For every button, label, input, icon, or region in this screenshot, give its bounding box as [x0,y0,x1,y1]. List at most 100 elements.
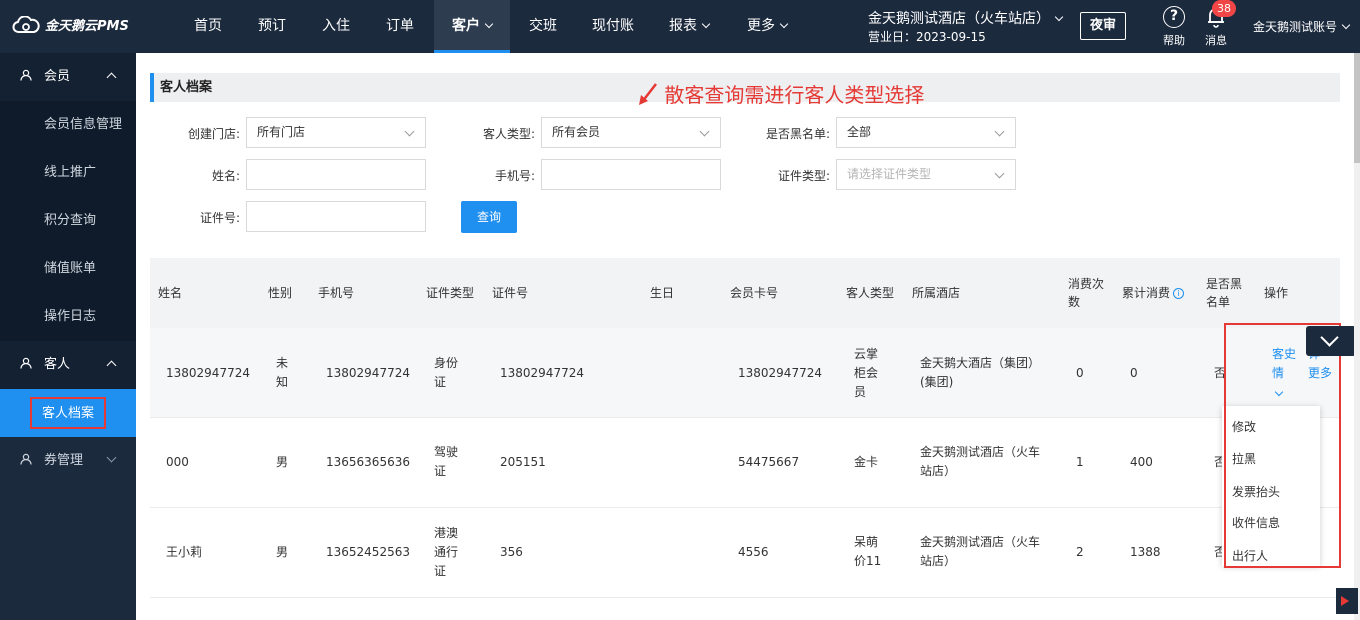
cell-hotel-line: 金天鹅大酒店（集团） [920,356,1041,370]
cell-id-type-line: 证 [434,564,447,578]
col-total-label: 累计消费 [1122,286,1171,300]
chevron-up-icon [106,360,117,371]
col-card-no: 会员卡号 [730,286,779,300]
nav-orders[interactable]: 订单 [372,0,428,53]
chevron-down-icon [106,452,117,463]
id-no-label: 证件号: [199,211,240,225]
cell-visits: 0 [1076,366,1084,380]
nav-home-label: 首页 [194,18,222,34]
cell-id-no: 13802947724 [500,366,584,380]
chevron-down-icon [994,126,1005,137]
store-select[interactable]: 所有门店 [246,117,426,148]
nav-booking-label: 预订 [258,18,286,34]
id-type-select[interactable]: 请选择证件类型 [836,159,1016,190]
sidebar-group-coupons[interactable]: 券管理 [0,437,136,485]
nav-booking[interactable]: 预订 [244,0,300,53]
table-row[interactable]: 000 男 13656365636 驾驶证 205151 54475667 金卡… [150,418,1340,508]
sidebar-group-guests[interactable]: 客人 [0,341,136,389]
search-button[interactable]: 查询 [461,201,517,233]
cloud-logo-icon [12,15,40,33]
hotel-selector[interactable]: 金天鹅测试酒店（火车站店） [868,8,1064,28]
phone-input[interactable] [541,159,721,190]
col-total: 累计消费 i [1122,284,1185,302]
cell-phone: 13802947724 [326,366,410,380]
cell-id-type: 港澳 通行证 [434,524,458,581]
scrollbar-thumb[interactable] [1354,53,1360,163]
sidebar-group-label: 券管理 [44,453,84,468]
cell-gender: 男 [276,545,289,559]
business-date: 营业日：2023-09-15 [868,30,986,44]
chevron-down-icon [404,126,415,137]
sidebar-item-stored-value[interactable]: 储值账单 [0,245,136,293]
cell-total: 1388 [1130,545,1161,559]
annotation-text: 散客查询需进行客人类型选择 [664,83,925,107]
user-icon [20,437,32,485]
blacklist-select-value: 全部 [847,125,872,139]
cell-guest-type-line: 柜会 [854,366,879,380]
top-navbar: 金天鹅云PMS 首页 预订 入住 订单 客户 交班 现付账 报表 更多 金天鹅测… [0,0,1360,53]
cell-id-type: 驾驶证 [434,443,458,481]
sidebar-group-members[interactable]: 会员 [0,53,136,101]
nav-reports[interactable]: 报表 [656,0,722,53]
chevron-down-icon [1341,20,1351,30]
nav-customers[interactable]: 客户 [434,0,510,53]
nav-customers-label: 客户 [452,18,480,34]
chevron-up-icon [106,72,117,83]
sidebar-item-member-info[interactable]: 会员信息管理 [0,101,136,149]
cell-gender-line: 知 [276,375,289,389]
cell-gender-line: 未 [276,356,289,370]
col-id-no: 证件号 [492,286,529,300]
guest-type-label: 客人类型: [482,127,535,141]
night-audit-button[interactable]: 夜审 [1080,12,1126,40]
page-scrollbar[interactable] [1354,53,1360,620]
col-blacklisted-line1: 是否黑 [1206,277,1243,291]
guest-type-select[interactable]: 所有会员 [541,117,721,148]
red-arrow-icon [639,83,657,105]
col-birthday: 生日 [650,286,675,300]
chevron-down-icon [701,19,711,29]
cell-hotel-line: (集团) [920,375,954,389]
col-visits-line2: 数 [1068,295,1081,309]
messages-label: 消息 [1205,34,1227,47]
col-phone: 手机号 [318,286,355,300]
cell-name: 000 [166,455,189,469]
col-visits-line1: 消费次 [1068,277,1105,291]
nav-shift[interactable]: 交班 [515,0,571,53]
cell-gender: 男 [276,455,289,469]
account-menu[interactable]: 金天鹅测试账号 [1253,18,1351,35]
sidebar-item-points[interactable]: 积分查询 [0,197,136,245]
blacklist-select[interactable]: 全部 [836,117,1016,148]
id-no-input[interactable] [246,201,426,232]
cell-id-type-line: 身份 [434,356,459,370]
nav-home[interactable]: 首页 [180,0,236,53]
cell-id-no: 356 [500,545,523,559]
table-row[interactable]: 王小莉 男 13652452563 港澳 通行证 356 4556 呆萌 价11 金… [150,508,1340,598]
corner-widget-icon[interactable] [1336,588,1358,614]
nav-cash-account-label: 现付账 [592,18,634,34]
col-id-type: 证件类型 [426,286,475,300]
nav-shift-label: 交班 [529,18,557,34]
sidebar-item-op-log[interactable]: 操作日志 [0,293,136,341]
user-icon [20,53,32,101]
help-button[interactable]: ? 帮助 [1158,6,1190,48]
blacklist-label: 是否黑名单: [765,127,830,141]
cell-card-no: 54475667 [738,455,800,469]
info-icon[interactable]: i [1173,288,1185,299]
table-row[interactable]: 13802947724 未知 13802947724 身份证 138029477… [150,328,1340,418]
col-visits: 消费次数 [1068,275,1104,311]
cell-id-type: 身份证 [434,354,458,392]
messages-button[interactable]: 38 消息 [1200,0,1236,48]
brand-logo[interactable]: 金天鹅云PMS [12,15,129,34]
name-input[interactable] [246,159,426,190]
sidebar-item-guest-profiles[interactable]: 客人档案 [0,389,136,437]
sidebar-item-online-promo[interactable]: 线上推广 [0,149,136,197]
cell-guest-type: 呆萌 价11 [854,533,881,571]
nav-more[interactable]: 更多 [734,0,800,53]
table-header: 姓名 性别 手机号 证件类型 证件号 生日 会员卡号 客人类型 所属酒店 消费次… [150,258,1340,328]
nav-cash-account[interactable]: 现付账 [580,0,646,53]
col-blacklisted-line2: 名单 [1206,295,1231,309]
id-type-label: 证件类型: [777,169,830,183]
collapse-button[interactable] [1306,326,1356,356]
nav-checkin[interactable]: 入住 [308,0,364,53]
col-blacklisted: 是否黑 名单 [1206,275,1242,311]
